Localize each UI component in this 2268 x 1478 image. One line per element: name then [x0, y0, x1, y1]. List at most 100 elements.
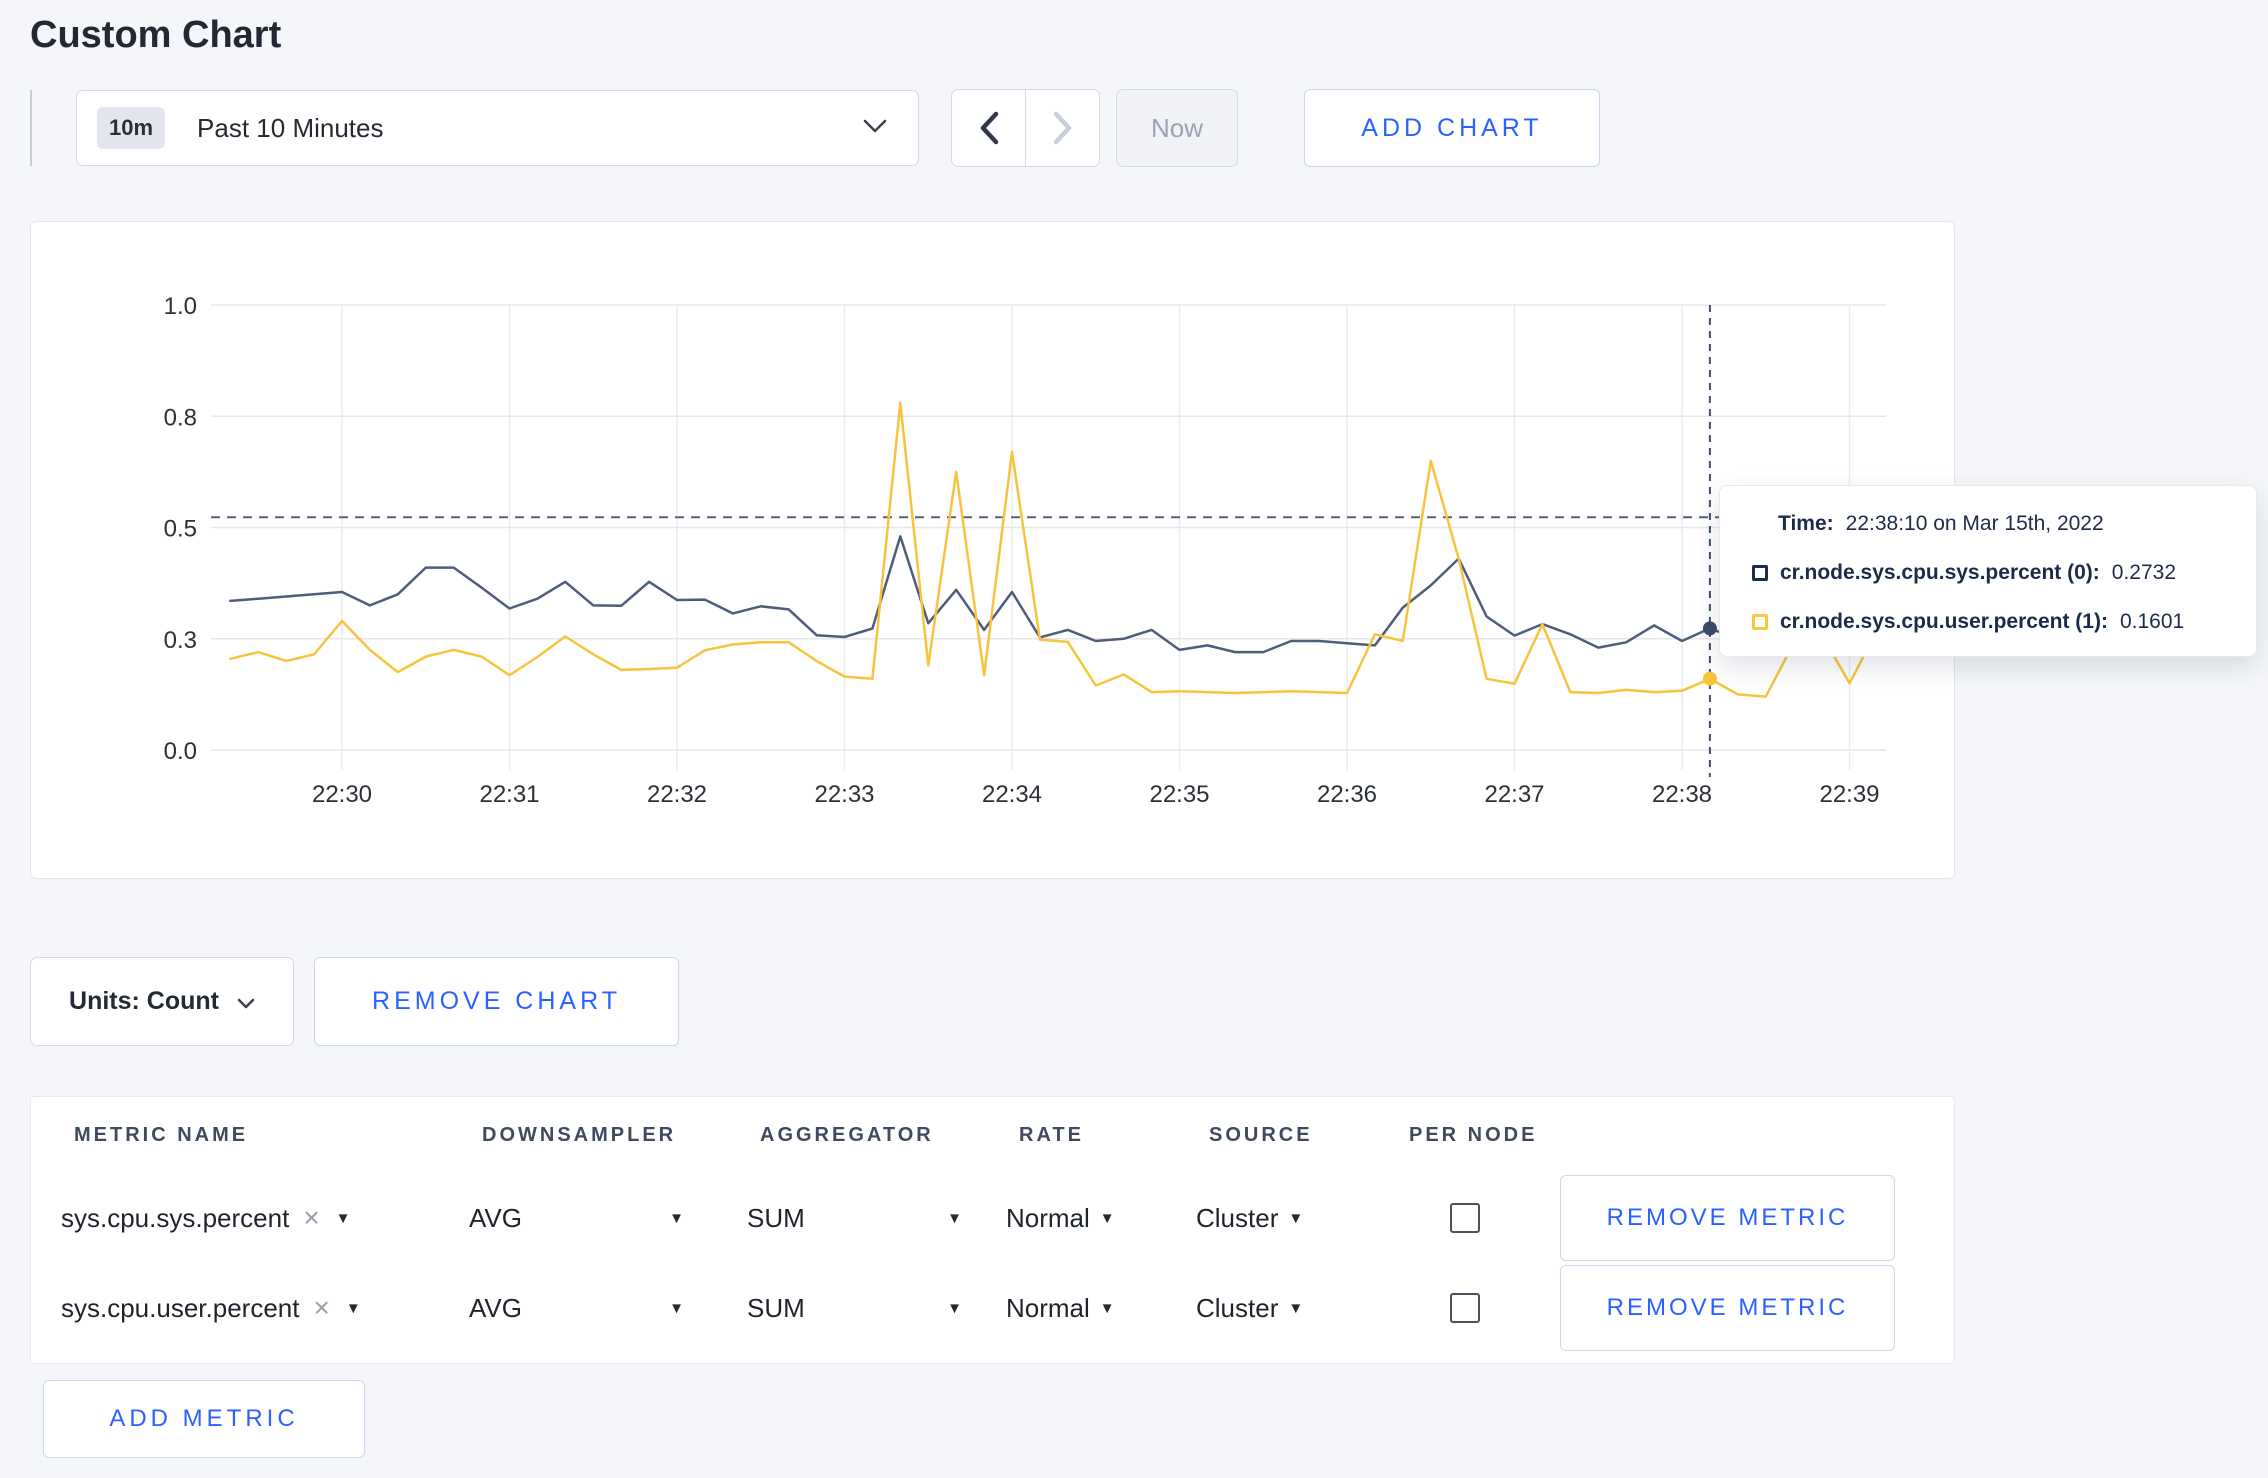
chart-tooltip: Time: 22:38:10 on Mar 15th, 2022 cr.node… [1719, 485, 2257, 657]
x-axis-label: 22:32 [647, 781, 707, 808]
chart-panel: 22:30 22:31 22:32 22:33 22:34 22:35 22:36 22:37… [30, 221, 2257, 879]
time-prev-button[interactable] [952, 90, 1026, 166]
chevron-right-icon [1053, 111, 1071, 145]
series-line-sys-percent [229, 535, 1879, 654]
downsampler-select[interactable]: AVG ▼ [469, 1293, 684, 1324]
table-row-cell: REMOVE METRIC [1560, 1173, 1924, 1263]
source-select[interactable]: Cluster ▼ [1196, 1203, 1303, 1234]
x-axis-label: 22:38 [1652, 781, 1712, 808]
table-row-cell: AVG ▼ [469, 1173, 747, 1263]
remove-metric-button[interactable]: REMOVE METRIC [1560, 1175, 1895, 1261]
tooltip-time-row: Time: 22:38:10 on Mar 15th, 2022 [1752, 512, 2228, 536]
time-nav-group [951, 89, 1100, 167]
y-axis-label: 0.0 [164, 738, 197, 765]
add-metric-button[interactable]: ADD METRIC [43, 1380, 365, 1458]
table-row-cell: Cluster ▼ [1196, 1263, 1396, 1353]
col-header-source: SOURCE [1209, 1123, 1313, 1146]
y-axis-label: 0.5 [164, 516, 197, 543]
caret-down-icon: ▼ [1099, 1299, 1115, 1317]
x-axis-label: 22:36 [1317, 781, 1377, 808]
chevron-down-icon [862, 118, 888, 139]
series-line-user-percent [229, 401, 1879, 698]
cpu-usage-chart[interactable]: 22:30 22:31 22:32 22:33 22:34 22:35 22:36 22:37… [31, 222, 1954, 878]
user-series-legend-square-icon [1752, 614, 1768, 630]
caret-down-icon: ▼ [947, 1299, 962, 1317]
metric-name-value: sys.cpu.sys.percent [61, 1202, 290, 1233]
table-row-cell: SUM ▼ [747, 1263, 1006, 1353]
table-row-cell [1396, 1173, 1560, 1263]
rate-select[interactable]: Normal ▼ [1006, 1203, 1115, 1234]
page-title: Custom Chart [30, 14, 282, 56]
hover-dot-sys [1702, 621, 1717, 636]
rate-value: Normal [1006, 1292, 1090, 1323]
tooltip-user-value: 0.1601 [2119, 610, 2185, 633]
x-axis-label: 22:30 [312, 781, 372, 808]
downsampler-value: AVG [469, 1202, 522, 1233]
remove-chart-button[interactable]: REMOVE CHART [314, 957, 679, 1046]
downsampler-select[interactable]: AVG ▼ [469, 1203, 684, 1234]
table-row-cell: sys.cpu.user.percent × ▼ [61, 1263, 469, 1353]
x-axis-label: 22:31 [479, 781, 539, 808]
col-header-per-node: PER NODE [1409, 1123, 1538, 1146]
caret-down-icon: ▼ [669, 1209, 684, 1227]
add-chart-button[interactable]: ADD CHART [1304, 89, 1600, 167]
table-row-cell: SUM ▼ [747, 1173, 1006, 1263]
tooltip-user-label: cr.node.sys.cpu.user.percent (1): [1780, 610, 2108, 633]
caret-down-icon: ▼ [1099, 1209, 1115, 1227]
clear-metric-icon[interactable]: × [313, 1294, 329, 1322]
col-header-metric-name: METRIC NAME [74, 1123, 249, 1146]
time-range-label: Past 10 Minutes [197, 112, 384, 143]
tooltip-time-label: Time: [1778, 512, 1834, 535]
hover-dot-user [1702, 671, 1717, 686]
chart-footer: Units: Count REMOVE CHART [30, 957, 2268, 1046]
time-range-badge: 10m [97, 107, 166, 149]
chevron-down-icon [237, 987, 255, 1016]
caret-down-icon: ▼ [1288, 1209, 1304, 1227]
units-dropdown[interactable]: Units: Count [30, 957, 294, 1046]
tooltip-sys-value: 0.2732 [2111, 561, 2177, 584]
aggregator-value: SUM [747, 1202, 805, 1233]
tooltip-series-row: cr.node.sys.cpu.sys.percent (0): 0.2732 [1752, 561, 2228, 585]
toolbar-divider [30, 90, 32, 166]
tooltip-series-row: cr.node.sys.cpu.user.percent (1): 0.1601 [1752, 610, 2228, 634]
metric-name-value: sys.cpu.user.percent [61, 1292, 300, 1323]
metric-name-select[interactable]: sys.cpu.user.percent × ▼ [61, 1293, 361, 1324]
units-label: Units: Count [69, 987, 219, 1015]
y-axis-label: 0.8 [164, 404, 197, 431]
source-select[interactable]: Cluster ▼ [1196, 1293, 1303, 1324]
col-header-rate: RATE [1019, 1123, 1084, 1146]
table-row-cell: sys.cpu.sys.percent × ▼ [61, 1173, 469, 1263]
sys-series-legend-square-icon [1752, 565, 1768, 581]
time-range-dropdown[interactable]: 10m Past 10 Minutes [76, 90, 919, 166]
aggregator-select[interactable]: SUM ▼ [747, 1203, 962, 1234]
aggregator-select[interactable]: SUM ▼ [747, 1293, 962, 1324]
remove-metric-button[interactable]: REMOVE METRIC [1560, 1265, 1895, 1351]
caret-down-icon: ▼ [345, 1299, 361, 1317]
table-row-cell: Normal ▼ [1006, 1173, 1196, 1263]
per-node-checkbox[interactable] [1450, 1293, 1480, 1323]
y-axis-label: 1.0 [164, 293, 197, 320]
caret-down-icon: ▼ [1288, 1299, 1304, 1317]
time-next-button[interactable] [1026, 90, 1099, 166]
x-axis-label: 22:35 [1149, 781, 1209, 808]
chevron-left-icon [980, 111, 998, 145]
x-axis-label: 22:34 [982, 781, 1042, 808]
x-axis-label: 22:37 [1484, 781, 1544, 808]
table-row-cell: AVG ▼ [469, 1263, 747, 1353]
clear-metric-icon[interactable]: × [303, 1204, 319, 1232]
col-header-actions [1560, 1097, 1924, 1173]
col-header-downsampler: DOWNSAMPLER [482, 1123, 677, 1146]
x-axis-label: 22:33 [814, 781, 874, 808]
caret-down-icon: ▼ [947, 1209, 962, 1227]
rate-value: Normal [1006, 1202, 1090, 1233]
metric-name-select[interactable]: sys.cpu.sys.percent × ▼ [61, 1203, 351, 1234]
custom-chart-page: Custom Chart 10m Past 10 Minutes Now ADD… [0, 0, 2268, 1478]
now-button[interactable]: Now [1116, 89, 1238, 167]
caret-down-icon: ▼ [335, 1209, 351, 1227]
per-node-checkbox[interactable] [1450, 1203, 1480, 1233]
source-value: Cluster [1196, 1202, 1279, 1233]
caret-down-icon: ▼ [669, 1299, 684, 1317]
rate-select[interactable]: Normal ▼ [1006, 1293, 1115, 1324]
table-row-cell [1396, 1263, 1560, 1353]
tooltip-time-value: 22:38:10 on Mar 15th, 2022 [1845, 512, 2104, 535]
